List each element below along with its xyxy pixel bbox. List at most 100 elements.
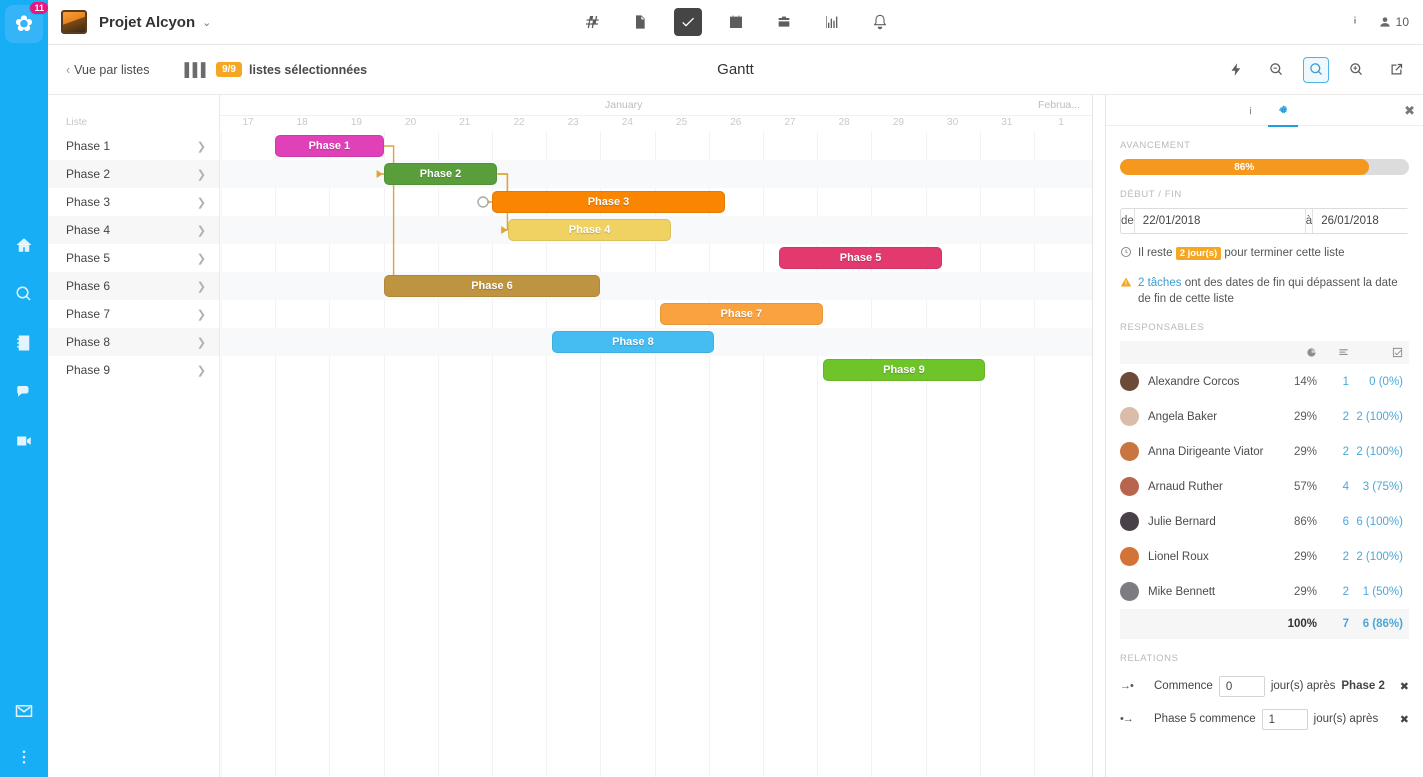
chevron-down-icon[interactable]: ⌄	[202, 16, 211, 29]
responsable-done[interactable]: 2 (100%)	[1349, 411, 1409, 423]
relations-list: →• Commence jour(s) après Phase 2 ✖ •→ Phase 5…	[1120, 676, 1409, 731]
gantt-bar-phase-1[interactable]: Phase 1	[275, 135, 384, 157]
gantt-bar-phase-7[interactable]: Phase 7	[660, 303, 823, 325]
gantt-row-4[interactable]: Phase 4 ❯	[48, 216, 219, 244]
tab-calendar[interactable]	[722, 8, 750, 36]
warning-tasks-link[interactable]: 2 tâches	[1138, 277, 1181, 289]
relation-days-input[interactable]	[1261, 709, 1308, 731]
responsable-done[interactable]: 2 (100%)	[1349, 551, 1409, 563]
gantt-row-label: Phase 9	[66, 363, 111, 377]
chevron-right-icon[interactable]: ❯	[197, 308, 206, 321]
panel-tab-settings[interactable]	[1265, 95, 1301, 127]
tab-tasks[interactable]	[673, 8, 702, 36]
responsable-tasks[interactable]: 2	[1317, 411, 1349, 423]
responsable-row[interactable]: Julie Bernard 86% 6 6 (100%)	[1120, 504, 1409, 539]
gantt-row-2[interactable]: Phase 2 ❯	[48, 160, 219, 188]
gantt-row-5[interactable]: Phase 5 ❯	[48, 244, 219, 272]
responsable-done[interactable]: 0 (0%)	[1349, 376, 1409, 388]
lists-selector[interactable]: ▌▌▌ 9/9 listes sélectionnées	[184, 62, 367, 77]
responsable-row[interactable]: Anna Dirigeante Viator 29% 2 2 (100%)	[1120, 434, 1409, 469]
gantt-bar-label: Phase 1	[308, 140, 351, 152]
gantt-row-1[interactable]: Phase 1 ❯	[48, 132, 219, 160]
remove-relation-button[interactable]: ✖	[1400, 709, 1409, 726]
chevron-right-icon[interactable]: ❯	[197, 364, 206, 377]
gantt-row-6[interactable]: Phase 6 ❯	[48, 272, 219, 300]
tab-reports[interactable]	[818, 8, 846, 36]
responsable-tasks[interactable]: 1	[1317, 376, 1349, 388]
gantt-bar-phase-9[interactable]: Phase 9	[822, 359, 986, 381]
gantt-bar-phase-6[interactable]: Phase 6	[383, 275, 601, 297]
warning-text: 2 tâches ont des dates de fin qui dépass…	[1138, 275, 1409, 308]
responsable-name: Mike Bennett	[1148, 585, 1216, 598]
remove-relation-button[interactable]: ✖	[1400, 676, 1409, 693]
zoom-out-button[interactable]	[1263, 57, 1289, 83]
contacts-icon[interactable]	[12, 331, 36, 355]
responsable-progress: 57%	[1293, 480, 1317, 493]
search-icon[interactable]	[12, 282, 36, 306]
chevron-right-icon[interactable]: ❯	[197, 140, 206, 153]
chevron-right-icon[interactable]: ❯	[197, 196, 206, 209]
gantt-bar-phase-8[interactable]: Phase 8	[551, 331, 715, 353]
info-icon[interactable]	[1348, 13, 1362, 32]
rail-icon-list	[12, 233, 36, 453]
tab-hash[interactable]	[578, 8, 606, 36]
open-external-button[interactable]	[1383, 57, 1409, 83]
more-vertical-icon[interactable]	[12, 745, 36, 769]
app-logo[interactable]: ✿ 11	[5, 1, 49, 43]
back-to-lists-label: Vue par listes	[74, 62, 150, 77]
relation-days-input[interactable]	[1218, 676, 1265, 698]
responsable-done[interactable]: 1 (50%)	[1349, 586, 1409, 598]
chevron-right-icon[interactable]: ❯	[197, 336, 206, 349]
responsable-done[interactable]: 2 (100%)	[1349, 446, 1409, 458]
gantt-row-3[interactable]: Phase 3 ❯	[48, 188, 219, 216]
responsable-tasks[interactable]: 2	[1317, 586, 1349, 598]
responsable-tasks[interactable]: 2	[1317, 446, 1349, 458]
close-panel-button[interactable]: ✖	[1404, 103, 1415, 119]
video-icon[interactable]	[12, 429, 36, 453]
responsable-name: Julie Bernard	[1148, 515, 1216, 528]
home-icon[interactable]	[12, 233, 36, 257]
mail-icon[interactable]	[12, 699, 36, 723]
zoom-in-button[interactable]	[1343, 57, 1369, 83]
responsable-row[interactable]: Mike Bennett 29% 2 1 (50%)	[1120, 574, 1409, 609]
gantt-month-label-february: Februa...	[1038, 99, 1081, 111]
chevron-right-icon[interactable]: ❯	[197, 280, 206, 293]
tab-briefcase[interactable]	[770, 8, 798, 36]
user-count-button[interactable]: 10	[1378, 15, 1409, 29]
responsable-done[interactable]: 3 (75%)	[1349, 481, 1409, 493]
responsable-row[interactable]: Alexandre Corcos 14% 1 0 (0%)	[1120, 364, 1409, 399]
responsable-done[interactable]: 6 (100%)	[1349, 516, 1409, 528]
back-to-lists-link[interactable]: ‹ Vue par listes	[66, 63, 149, 77]
responsable-tasks[interactable]: 6	[1317, 516, 1349, 528]
tab-documents[interactable]	[626, 8, 654, 36]
zoom-fit-button[interactable]	[1303, 56, 1329, 83]
gantt-bar-phase-2[interactable]: Phase 2	[383, 163, 498, 185]
gantt-day-28: 28	[838, 117, 850, 128]
chevron-right-icon[interactable]: ❯	[197, 168, 206, 181]
warning-icon	[1120, 276, 1132, 308]
chevron-right-icon[interactable]: ❯	[197, 252, 206, 265]
responsable-row[interactable]: Lionel Roux 29% 2 2 (100%)	[1120, 539, 1409, 574]
relation-body: Commence jour(s) après Phase 2	[1154, 676, 1392, 698]
chat-icon[interactable]	[12, 380, 36, 404]
quick-action-button[interactable]	[1223, 57, 1249, 83]
panel-tab-info[interactable]	[1232, 95, 1268, 126]
chevron-left-icon: ‹	[66, 62, 71, 77]
relation-prefix: Phase 5 commence	[1154, 712, 1256, 725]
gantt-bar-phase-4[interactable]: Phase 4	[508, 219, 671, 241]
gantt-row-9[interactable]: Phase 9 ❯	[48, 356, 219, 384]
responsable-row[interactable]: Arnaud Ruther 57% 4 3 (75%)	[1120, 469, 1409, 504]
date-to-input[interactable]	[1312, 209, 1423, 233]
date-from-input[interactable]	[1133, 209, 1305, 233]
gantt-row-8[interactable]: Phase 8 ❯	[48, 328, 219, 356]
chevron-right-icon[interactable]: ❯	[197, 224, 206, 237]
tab-notifications[interactable]	[866, 8, 894, 36]
responsable-tasks[interactable]: 2	[1317, 551, 1349, 563]
gantt-bar-phase-5[interactable]: Phase 5	[779, 247, 942, 269]
project-title[interactable]: Projet Alcyon	[99, 14, 195, 31]
responsable-row[interactable]: Angela Baker 29% 2 2 (100%)	[1120, 399, 1409, 434]
responsable-tasks[interactable]: 4	[1317, 481, 1349, 493]
page-title: Gantt	[717, 61, 754, 78]
gantt-row-7[interactable]: Phase 7 ❯	[48, 300, 219, 328]
gantt-bar-phase-3[interactable]: Phase 3	[492, 191, 726, 213]
